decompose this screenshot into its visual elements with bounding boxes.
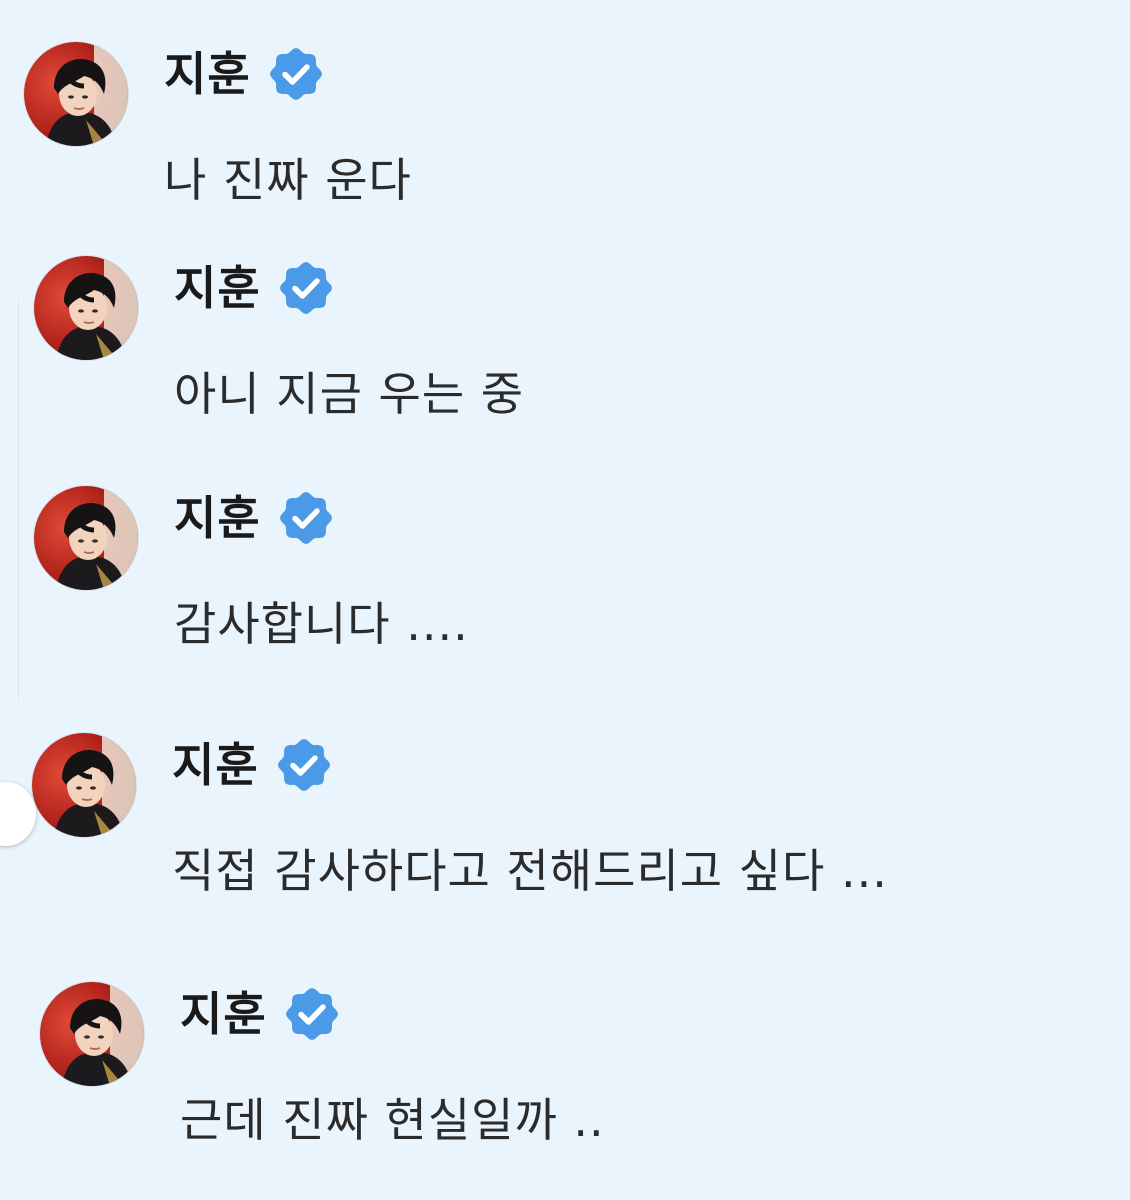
avatar[interactable] (40, 982, 144, 1086)
sender-row: 지훈 (164, 44, 323, 104)
verified-badge-icon (279, 261, 333, 315)
message-item: 지훈 아니 지금 우는 중 (34, 256, 1034, 456)
verified-badge-icon (269, 47, 323, 101)
sender-name[interactable]: 지훈 (164, 44, 251, 104)
message-text: 아니 지금 우는 중 (174, 367, 525, 421)
verified-badge-icon (285, 987, 339, 1041)
message-text: 근데 진짜 현실일까 .. (180, 1093, 605, 1147)
avatar[interactable] (32, 733, 136, 837)
message-item: 지훈 나 진짜 운다 (24, 42, 1024, 242)
sender-name[interactable]: 지훈 (174, 488, 261, 548)
message-text: 감사합니다 .... (174, 597, 469, 651)
sender-row: 지훈 (174, 488, 333, 548)
message-thread: 지훈 나 진짜 운다 지훈 아니 지금 우는 중 지훈 감사합니다 .... 지… (0, 0, 1130, 1200)
sender-name[interactable]: 지훈 (180, 984, 267, 1044)
sender-row: 지훈 (174, 258, 333, 318)
verified-badge-icon (277, 738, 331, 792)
avatar[interactable] (34, 256, 138, 360)
message-item: 지훈 근데 진짜 현실일까 .. (40, 982, 1040, 1182)
sender-name[interactable]: 지훈 (174, 258, 261, 318)
scroll-handle[interactable] (0, 782, 36, 846)
avatar[interactable] (34, 486, 138, 590)
edge-divider (0, 300, 19, 700)
verified-badge-icon (279, 491, 333, 545)
message-text: 나 진짜 운다 (164, 153, 412, 207)
avatar[interactable] (24, 42, 128, 146)
sender-name[interactable]: 지훈 (172, 735, 259, 795)
sender-row: 지훈 (180, 984, 339, 1044)
message-item: 지훈 감사합니다 .... (34, 486, 1034, 686)
sender-row: 지훈 (172, 735, 331, 795)
message-item: 지훈 직접 감사하다고 전해드리고 싶다 ... (32, 733, 1032, 933)
message-text: 직접 감사하다고 전해드리고 싶다 ... (172, 844, 888, 898)
